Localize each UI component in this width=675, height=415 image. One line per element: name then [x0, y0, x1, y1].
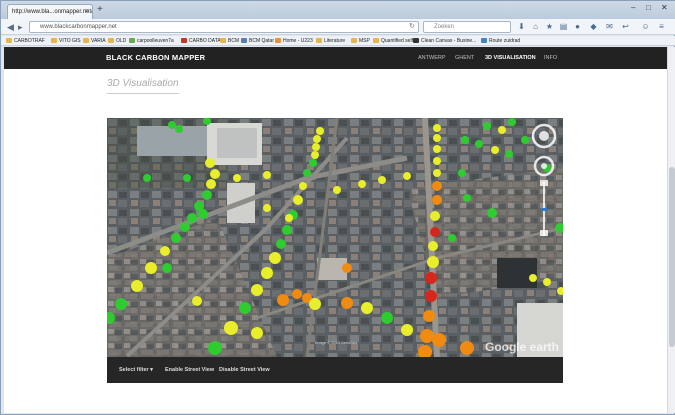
menu-item-3d-visualisation[interactable]: 3D VISUALISATION — [485, 47, 536, 69]
bookmark-item[interactable]: OLD — [108, 36, 126, 46]
page-icon — [275, 38, 281, 43]
disable-street-view-button[interactable]: Disable Street View — [219, 357, 270, 383]
google-earth-logo: Google earth — [484, 340, 559, 354]
bookmark-item[interactable]: MSP — [351, 36, 370, 46]
page-icon — [241, 38, 247, 43]
search-input[interactable]: Zoeken — [423, 21, 511, 33]
page-icon — [413, 38, 419, 43]
reload-icon[interactable]: ↻ — [409, 22, 415, 32]
folder-icon — [351, 38, 357, 43]
folder-icon — [83, 38, 89, 43]
page-title: 3D Visualisation — [107, 78, 179, 89]
addon-icon[interactable]: ↩ — [621, 22, 630, 31]
page-icon — [129, 38, 135, 43]
folder-icon — [373, 38, 379, 43]
navigation-bar: ◀ ▸ www.blackcarbonmapper.net ↻ Zoeken ⬇… — [1, 19, 675, 35]
forward-icon[interactable]: ▸ — [18, 21, 23, 33]
bookmark-item[interactable]: Quantified self — [373, 36, 413, 46]
bookmark-star-icon[interactable]: ★ — [545, 22, 554, 31]
folder-icon — [220, 38, 226, 43]
addon-icon[interactable]: ● — [573, 22, 582, 31]
close-window-icon[interactable]: ✕ — [661, 3, 668, 12]
folder-icon — [108, 38, 114, 43]
tab-strip: http://www.bla...onmapper.net/ × + – □ ✕ — [1, 1, 675, 19]
bookmark-item[interactable]: CARBOTRAF — [6, 36, 45, 46]
page-icon — [181, 38, 187, 43]
tab-close-icon[interactable]: × — [85, 5, 89, 19]
bookmark-item[interactable]: Literature — [316, 36, 345, 46]
page-icon — [481, 38, 487, 43]
tab-title: http://www.bla...onmapper.net/ — [12, 9, 93, 15]
bookmark-item[interactable]: Home - U223 — [275, 36, 313, 46]
select-filter-dropdown[interactable]: Select filter ▾ — [119, 357, 153, 383]
site-brand[interactable]: BLACK CARBON MAPPER — [106, 47, 205, 69]
addon-icon[interactable]: ✉ — [605, 22, 614, 31]
google-earth-map[interactable]: Image © 2014 Aerodata Google earth — [107, 118, 563, 357]
enable-street-view-button[interactable]: Enable Street View — [165, 357, 214, 383]
url-bar[interactable]: www.blackcarbonmapper.net ↻ — [29, 21, 419, 33]
folder-icon — [316, 38, 322, 43]
bookmarks-menu-icon[interactable]: ▤ — [559, 22, 568, 31]
bookmark-item[interactable]: carpoolleuven7a — [129, 36, 174, 46]
home-icon[interactable]: ⌂ — [531, 22, 540, 31]
menu-item-info[interactable]: INFO — [544, 47, 557, 69]
scrollbar-thumb[interactable] — [669, 167, 675, 347]
bookmark-item[interactable]: BCM — [220, 36, 239, 46]
web-page: BLACK CARBON MAPPER ANTWERP GHENT 3D VIS… — [4, 47, 667, 413]
minimize-icon[interactable]: – — [631, 3, 635, 12]
vertical-scrollbar[interactable] — [667, 47, 675, 413]
menu-icon[interactable]: ≡ — [657, 22, 666, 31]
bookmarks-bar: CARBOTRAF VITO GIS VARIA OLD carpoolleuv… — [1, 36, 675, 46]
chat-icon[interactable]: ☺ — [641, 22, 650, 31]
bookmark-item[interactable]: VITO GIS — [51, 36, 81, 46]
map-toolbar: Select filter ▾ Enable Street View Disab… — [107, 357, 563, 383]
browser-window: http://www.bla...onmapper.net/ × + – □ ✕… — [0, 0, 675, 415]
menu-item-antwerp[interactable]: ANTWERP — [418, 47, 446, 69]
folder-icon — [6, 38, 12, 43]
bookmark-item[interactable]: CARBO DATA — [181, 36, 221, 46]
site-header: BLACK CARBON MAPPER ANTWERP GHENT 3D VIS… — [4, 47, 667, 69]
bookmark-item[interactable]: Clean Canvas - Busine... — [413, 36, 476, 46]
bookmark-item[interactable]: Route zuidrad — [481, 36, 520, 46]
bookmark-item[interactable]: VARIA — [83, 36, 106, 46]
bookmark-item[interactable]: BCM Qatar — [241, 36, 274, 46]
browser-tab[interactable]: http://www.bla...onmapper.net/ × — [7, 4, 93, 19]
download-icon[interactable]: ⬇ — [517, 22, 526, 31]
addon-icon[interactable]: ◆ — [589, 22, 598, 31]
title-underline — [107, 93, 179, 94]
url-text: www.blackcarbonmapper.net — [40, 24, 117, 30]
map-attribution: Image © 2014 Aerodata — [315, 340, 358, 345]
new-tab-button[interactable]: + — [97, 4, 103, 16]
menu-item-ghent[interactable]: GHENT — [455, 47, 474, 69]
folder-icon — [51, 38, 57, 43]
back-icon[interactable]: ◀ — [7, 21, 14, 33]
aerial-city-view — [107, 118, 563, 357]
maximize-icon[interactable]: □ — [646, 3, 651, 12]
